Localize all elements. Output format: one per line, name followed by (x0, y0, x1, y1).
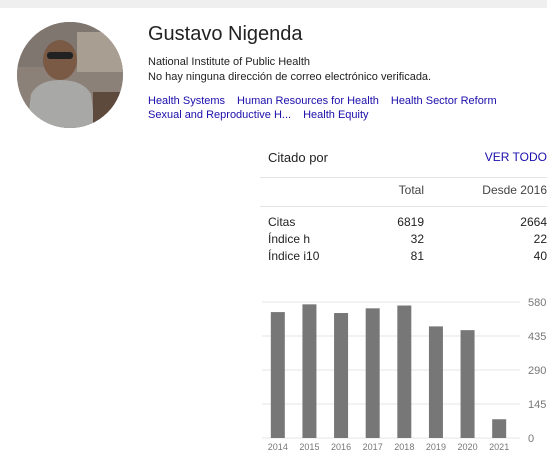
y-tick-label: 580 (528, 297, 546, 309)
x-tick-label: 2014 (268, 442, 288, 451)
y-tick-label: 145 (528, 399, 546, 411)
bar-2019[interactable] (428, 326, 443, 438)
bar-2017[interactable] (365, 308, 380, 438)
citations-chart: 0 145 290 435 580 2014 2015 2016 2017 2018 2019 202… (262, 297, 546, 451)
x-tick-label: 2018 (394, 442, 414, 451)
x-tick-label: 2016 (331, 442, 351, 451)
y-tick-label: 290 (528, 365, 546, 377)
bar-2015[interactable] (302, 304, 317, 438)
y-tick-label: 0 (528, 433, 534, 445)
x-tick-label: 2021 (489, 442, 509, 451)
x-tick-label: 2019 (426, 442, 446, 451)
bar-2016[interactable] (334, 313, 349, 438)
x-tick-label: 2017 (363, 442, 383, 451)
x-tick-label: 2015 (299, 442, 319, 451)
bar-2020[interactable] (460, 330, 475, 438)
bar-2014[interactable] (270, 312, 285, 438)
y-tick-label: 435 (528, 331, 546, 343)
x-tick-label: 2020 (458, 442, 478, 451)
bar-2021[interactable] (492, 419, 507, 438)
bar-2018[interactable] (397, 305, 412, 438)
